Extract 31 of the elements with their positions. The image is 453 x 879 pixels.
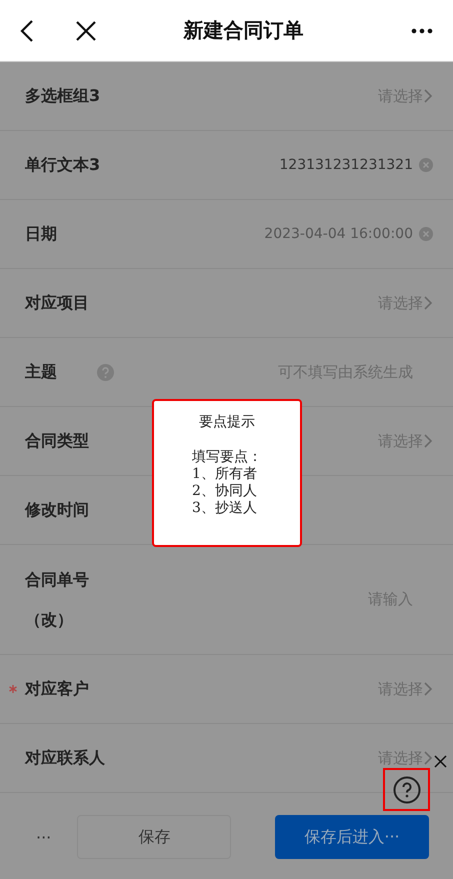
chevron-icon bbox=[423, 433, 433, 449]
field-label: 对应联系人 bbox=[25, 747, 105, 769]
field-label: 单行文本3 bbox=[25, 154, 100, 176]
close-icon[interactable] bbox=[76, 20, 96, 40]
tip-title: 要点提示 bbox=[198, 413, 256, 431]
help-button[interactable] bbox=[383, 768, 430, 811]
field-label: 合同单号 bbox=[25, 568, 89, 590]
more-icon[interactable] bbox=[411, 28, 433, 34]
chevron-icon bbox=[423, 681, 433, 697]
tip-text: 填写要点： 1、所有者 2、协同人 3、抄送人 bbox=[192, 449, 262, 517]
field-value[interactable]: 123131231231321 bbox=[279, 157, 413, 173]
question-icon bbox=[392, 776, 420, 804]
close-icon[interactable] bbox=[434, 755, 447, 768]
save-button[interactable]: 保存 bbox=[77, 815, 232, 859]
field-label: 日期 bbox=[25, 223, 57, 245]
chevron-icon bbox=[423, 295, 433, 311]
field-label: 合同类型 bbox=[25, 430, 89, 452]
more-button[interactable]: ··· bbox=[36, 828, 52, 846]
field-label: 修改时间 bbox=[25, 499, 89, 521]
field-label: 对应项目 bbox=[25, 292, 89, 314]
back-icon[interactable] bbox=[20, 18, 34, 42]
required-icon bbox=[9, 685, 17, 693]
field-label: （改） bbox=[25, 608, 74, 630]
chevron-icon bbox=[423, 88, 433, 104]
field-label: 主题 bbox=[25, 361, 57, 383]
page-title: 新建合同订单 bbox=[182, 17, 304, 44]
chevron-icon bbox=[423, 750, 433, 766]
field-value[interactable]: 2023-04-04 16:00:00 bbox=[264, 226, 413, 242]
save-enter-button[interactable]: 保存后进入··· bbox=[275, 815, 429, 859]
field-label: 多选框组3 bbox=[25, 85, 100, 107]
field-label: 对应客户 bbox=[25, 678, 89, 700]
